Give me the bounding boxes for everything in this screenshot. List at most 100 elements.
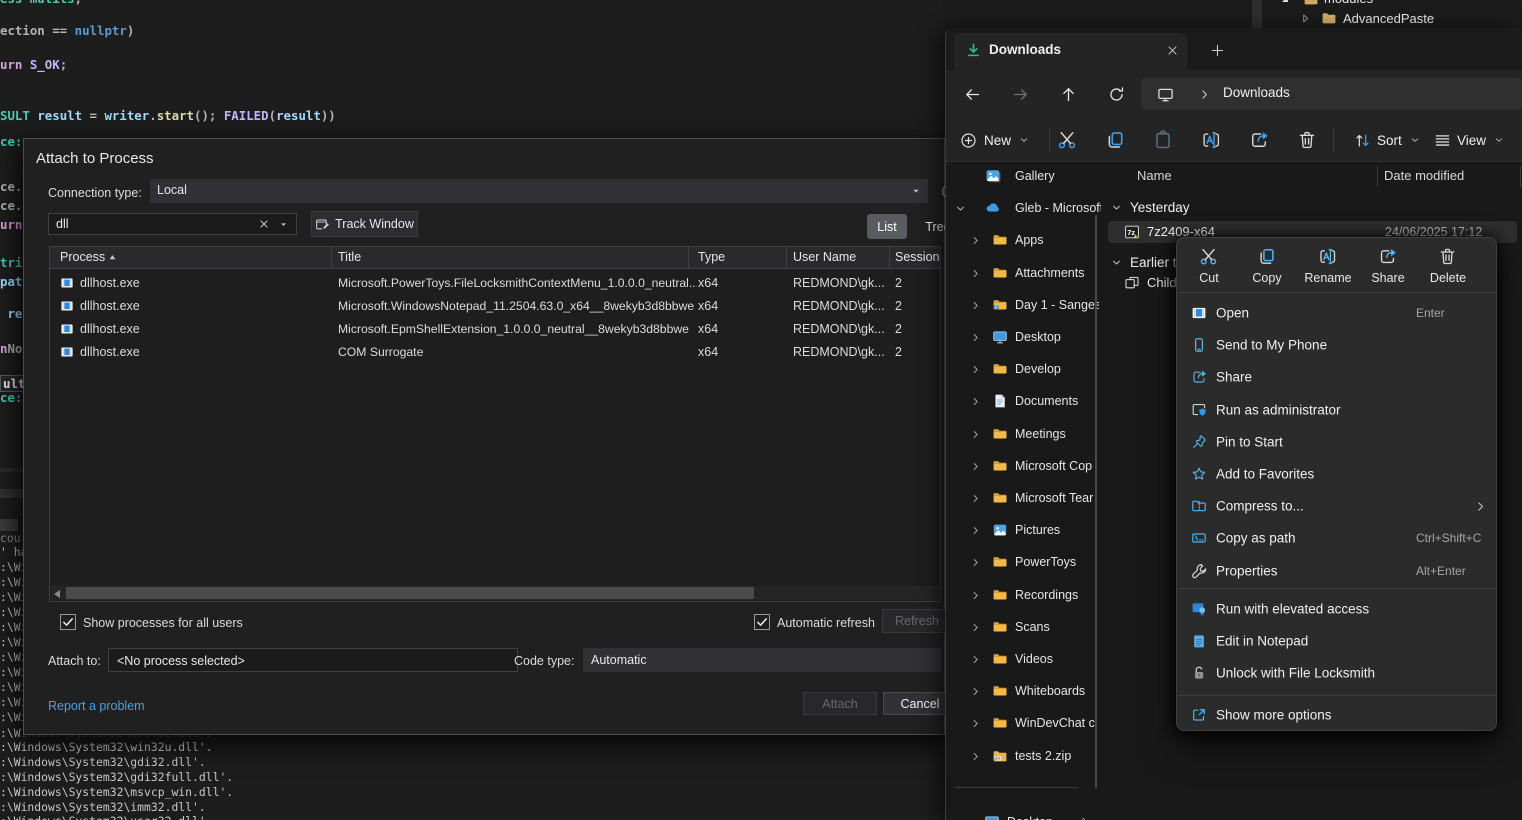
chevron-right-icon[interactable] <box>970 300 981 311</box>
process-row[interactable]: dllhost.exeCOM Surrogatex64REDMOND\gk...… <box>50 340 940 363</box>
chevron-down-icon[interactable] <box>954 202 967 215</box>
sidebar-item-label[interactable]: Develop <box>1015 362 1061 376</box>
menu-item-show-more-options[interactable]: Show more options <box>1177 699 1496 731</box>
sidebar-item-label[interactable]: Attachments <box>1015 266 1084 280</box>
quick-action-cut[interactable]: Cut <box>1180 238 1238 292</box>
menu-item-run-with-elevated-access[interactable]: Run with elevated access <box>1177 593 1496 625</box>
chevron-down-icon[interactable] <box>910 185 922 197</box>
menu-item-edit-in-notepad[interactable]: Edit in Notepad <box>1177 625 1496 657</box>
delete-icon[interactable] <box>1297 130 1317 150</box>
chevron-right-icon[interactable] <box>970 461 981 472</box>
tree-item-modules[interactable]: modules <box>943 0 1522 8</box>
chevron-right-icon[interactable] <box>970 332 981 343</box>
address-bar[interactable]: Downloads <box>1141 78 1522 110</box>
column-header-process[interactable]: Process <box>60 250 105 264</box>
collapsed-triangle-icon[interactable] <box>1299 12 1312 25</box>
report-problem-link[interactable]: Report a problem <box>48 699 145 713</box>
sidebar-item-gleb-microsoft[interactable]: Gleb - Microsoft <box>946 193 1105 223</box>
sidebar-item-label[interactable]: WinDevChat c <box>1015 716 1095 730</box>
sidebar-item-label[interactable]: Day 1 - Sangee <box>1015 298 1099 312</box>
sidebar-item-pictures[interactable]: Pictures <box>946 515 1105 545</box>
sidebar-item-scans[interactable]: Scans <box>946 612 1105 642</box>
menu-item-compress-to-[interactable]: Compress to... <box>1177 490 1496 522</box>
sort-button[interactable]: Sort <box>1354 126 1421 154</box>
back-icon[interactable] <box>964 86 981 103</box>
chevron-right-icon[interactable] <box>970 525 981 536</box>
sidebar-item-label[interactable]: tests 2.zip <box>1015 749 1071 763</box>
sidebar-item-videos[interactable]: Videos <box>946 644 1105 674</box>
horizontal-scrollbar[interactable] <box>51 586 939 600</box>
attach-button[interactable]: Attach <box>803 692 877 715</box>
menu-item-pin-to-start[interactable]: Pin to Start <box>1177 426 1496 458</box>
menu-item-add-to-favorites[interactable]: Add to Favorites <box>1177 458 1496 490</box>
refresh-button[interactable]: Refresh <box>882 609 952 633</box>
chevron-right-icon[interactable] <box>970 751 981 762</box>
chevron-right-icon[interactable] <box>970 364 981 375</box>
chevron-right-icon[interactable] <box>970 622 981 633</box>
column-header-session[interactable]: Session <box>895 250 939 264</box>
quick-action-rename[interactable]: Rename <box>1299 238 1357 292</box>
copy-icon[interactable] <box>1105 130 1125 150</box>
menu-item-properties[interactable]: PropertiesAlt+Enter <box>1177 555 1496 587</box>
sidebar-item-label[interactable]: Microsoft Cop <box>1015 459 1092 473</box>
sidebar-scrollbar[interactable] <box>1095 215 1098 788</box>
sidebar-item-attachments[interactable]: Attachments <box>946 258 1105 288</box>
sidebar-item-desktop-pinned[interactable]: Desktop <box>946 807 1105 820</box>
expanded-triangle-icon[interactable] <box>1278 0 1292 6</box>
sidebar-item-microsoft-tear[interactable]: Microsoft Tear <box>946 483 1105 513</box>
group-label[interactable]: Yesterday <box>1130 200 1190 215</box>
quick-action-copy[interactable]: Copy <box>1238 238 1296 292</box>
view-button[interactable]: View <box>1434 126 1505 154</box>
column-separator[interactable] <box>688 247 689 269</box>
column-separator[interactable] <box>889 247 890 269</box>
chevron-right-icon[interactable] <box>970 268 981 279</box>
chevron-down-icon[interactable] <box>1110 256 1123 269</box>
menu-item-open[interactable]: OpenEnter <box>1177 297 1496 329</box>
menu-item-unlock-with-file-locksmith[interactable]: Unlock with File Locksmith <box>1177 657 1496 689</box>
sidebar-item-tests-2-zip[interactable]: tests 2.zip <box>946 741 1105 771</box>
process-row[interactable]: dllhost.exeMicrosoft.WindowsNotepad_11.2… <box>50 294 940 317</box>
chevron-right-icon[interactable] <box>970 235 981 246</box>
chevron-right-icon[interactable] <box>970 654 981 665</box>
process-filter-input[interactable]: dll <box>48 213 297 235</box>
sidebar-item-powertoys[interactable]: PowerToys <box>946 547 1105 577</box>
group-header-yesterday[interactable]: Yesterday <box>1110 197 1190 217</box>
close-tab-icon[interactable] <box>1166 44 1179 57</box>
show-processes-checkbox[interactable] <box>60 614 76 630</box>
attach-to-input[interactable]: <No process selected> <box>108 648 518 672</box>
sidebar-item-microsoft-cop[interactable]: Microsoft Cop <box>946 451 1105 481</box>
refresh-icon[interactable] <box>1108 86 1125 103</box>
menu-item-run-as-administrator[interactable]: Run as administrator <box>1177 394 1496 426</box>
forward-icon[interactable] <box>1012 86 1029 103</box>
scrollbar-thumb[interactable] <box>66 587 754 599</box>
sidebar-item-label[interactable]: Videos <box>1015 652 1053 666</box>
chevron-down-icon[interactable] <box>278 219 289 230</box>
process-row[interactable]: dllhost.exeMicrosoft.EpmShellExtension_1… <box>50 317 940 340</box>
column-separator[interactable] <box>331 247 332 269</box>
new-tab-icon[interactable] <box>1210 43 1225 58</box>
rename-icon[interactable] <box>1201 130 1221 150</box>
column-separator[interactable] <box>786 247 787 269</box>
chevron-right-icon[interactable] <box>970 718 981 729</box>
sidebar-item-apps[interactable]: Apps <box>946 225 1105 255</box>
breadcrumb-chevron-icon[interactable] <box>1198 88 1211 101</box>
sidebar-item-label[interactable]: Meetings <box>1015 427 1066 441</box>
tab-downloads[interactable]: Downloads <box>954 33 1187 70</box>
automatic-refresh-checkbox[interactable] <box>754 614 770 630</box>
quick-action-share[interactable]: Share <box>1359 238 1417 292</box>
chevron-right-icon[interactable] <box>970 686 981 697</box>
sidebar-item-label[interactable]: Scans <box>1015 620 1050 634</box>
sidebar-item-label[interactable]: Apps <box>1015 233 1044 247</box>
tree-item-label[interactable]: modules <box>1324 0 1373 6</box>
chevron-right-icon[interactable] <box>970 557 981 568</box>
menu-item-send-to-my-phone[interactable]: Send to My Phone <box>1177 329 1496 361</box>
menu-item-share[interactable]: Share <box>1177 361 1496 393</box>
tree-item-advancedpaste[interactable]: AdvancedPaste <box>943 9 1522 28</box>
sidebar-item-day-1-sangee[interactable]: Day 1 - Sangee <box>946 290 1105 320</box>
chevron-down-icon[interactable] <box>1110 201 1123 214</box>
column-header-title[interactable]: Title <box>338 250 361 264</box>
cut-icon[interactable] <box>1057 130 1077 150</box>
column-header-date-modified[interactable]: Date modified <box>1384 168 1464 183</box>
sidebar-item-label[interactable]: Whiteboards <box>1015 684 1085 698</box>
process-row[interactable]: dllhost.exeMicrosoft.PowerToys.FileLocks… <box>50 271 940 294</box>
